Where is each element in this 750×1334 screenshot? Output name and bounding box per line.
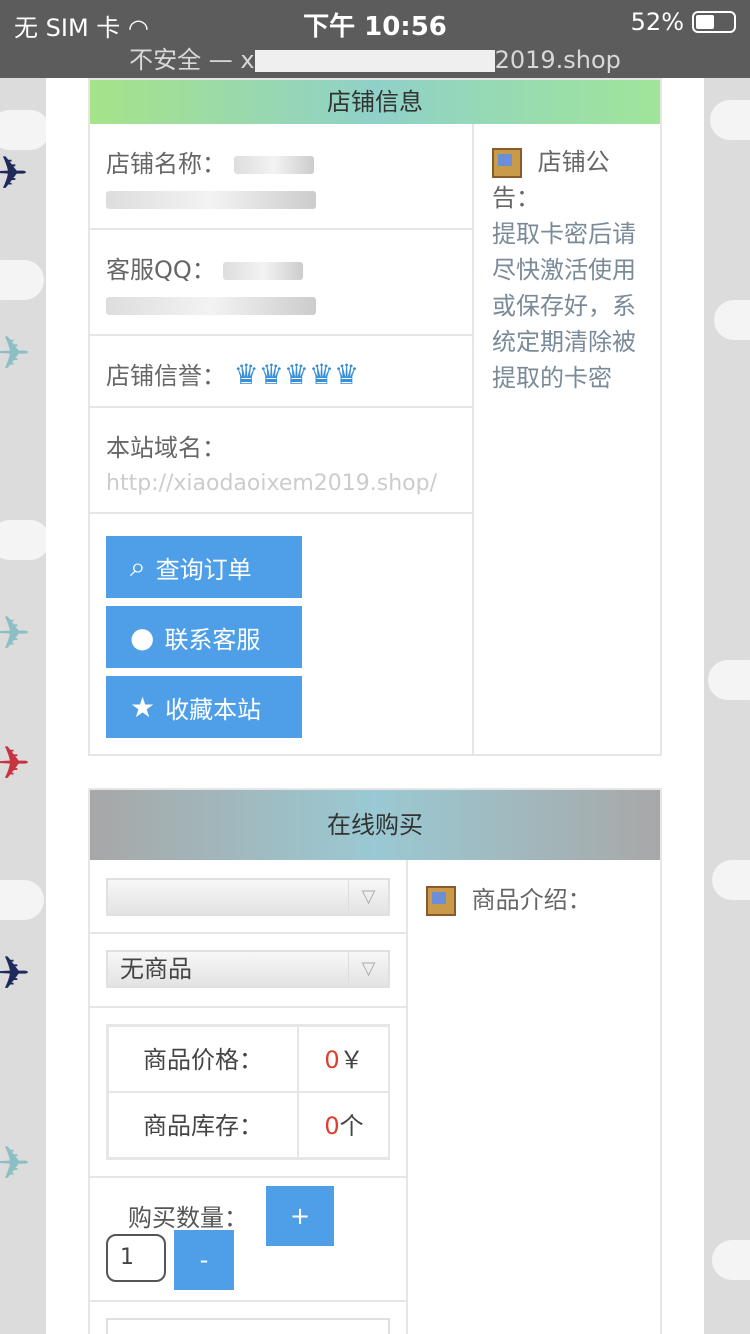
plane-icon: ✈: [0, 146, 29, 200]
shop-notice: 店铺公告： 提取卡密后请尽快激活使用或保存好，系统定期清除被提取的卡密: [476, 124, 660, 756]
domain-row: 本站域名： http://xiaodaoixem2019.shop/: [90, 408, 472, 514]
address-bar[interactable]: 不安全 — x 2019.shop: [0, 40, 750, 75]
notice-text: 提取卡密后请尽快激活使用或保存好，系统定期清除被提取的卡密: [492, 220, 636, 392]
plane-icon: ✈: [0, 1136, 31, 1190]
qq-icon: ●: [130, 620, 155, 654]
status-bar: 无 SIM 卡 ◠ 下午 10:56 52% 不安全 — x 2019.shop: [0, 0, 750, 78]
crown-icon: ♛♛♛♛♛: [233, 358, 360, 391]
price-value: 0￥: [298, 1026, 390, 1092]
search-icon: ⌕: [130, 550, 146, 583]
product-select[interactable]: 无商品 ▽: [106, 950, 390, 988]
redacted-text: [106, 297, 316, 315]
redacted-text: [233, 156, 314, 174]
product-intro: 商品介绍：: [410, 860, 660, 936]
shop-name-row: 店铺名称：: [90, 124, 472, 230]
reputation-row: 店铺信誉： ♛♛♛♛♛: [90, 336, 472, 408]
intro-icon: [426, 886, 456, 916]
plane-icon: ✈: [0, 946, 31, 1000]
service-qq-row: 客服QQ：: [90, 230, 472, 336]
quantity-plus-button[interactable]: +: [266, 1186, 334, 1246]
shop-info-title: 店铺信息: [90, 80, 660, 124]
battery-status: 52%: [631, 8, 736, 36]
query-order-button[interactable]: ⌕ 查询订单: [106, 536, 302, 598]
plane-icon: ✈: [0, 736, 31, 790]
url-prefix: 不安全 — x: [129, 46, 255, 74]
shop-info-panel: 店铺信息 店铺名称： 客服QQ： 店铺信誉： ♛♛♛♛♛ 本站域名： http:…: [88, 78, 662, 756]
chevron-down-icon: ▽: [348, 880, 388, 914]
online-buy-panel: 在线购买 ▽ 无商品 ▽ 商品价格： 0￥ 商品库存： 0个 购买数量： + 1…: [88, 788, 662, 1334]
background-pattern-right: [704, 0, 750, 1334]
url-redaction: [254, 50, 495, 72]
online-buy-title: 在线购买: [90, 790, 660, 860]
next-row: [90, 1302, 406, 1334]
price-label: 商品价格：: [108, 1026, 298, 1092]
battery-icon: [692, 11, 736, 33]
quantity-section: 购买数量： + 1 -: [90, 1178, 406, 1302]
url-suffix: 2019.shop: [494, 46, 621, 74]
redacted-text: [106, 191, 316, 209]
quantity-input[interactable]: 1: [106, 1234, 166, 1282]
action-buttons: ⌕ 查询订单 ● 联系客服 ★ 收藏本站: [90, 514, 472, 768]
contact-service-button[interactable]: ● 联系客服: [106, 606, 302, 668]
favorite-site-button[interactable]: ★ 收藏本站: [106, 676, 302, 738]
category-select[interactable]: ▽: [106, 878, 390, 916]
star-icon: ★: [130, 690, 156, 724]
price-stock-table: 商品价格： 0￥ 商品库存： 0个: [106, 1024, 390, 1160]
plane-icon: ✈: [0, 606, 31, 660]
quantity-minus-button[interactable]: -: [174, 1230, 234, 1290]
notice-icon: [492, 148, 522, 178]
domain-value: http://xiaodaoixem2019.shop/: [106, 471, 438, 496]
stock-value: 0个: [298, 1092, 390, 1158]
redacted-text: [223, 262, 304, 280]
chevron-down-icon: ▽: [348, 952, 388, 986]
plane-icon: ✈: [0, 326, 31, 380]
background-pattern-left: ✈ ✈ ✈ ✈ ✈ ✈: [0, 0, 46, 1334]
battery-percent: 52%: [630, 8, 684, 36]
quantity-label: 购买数量：: [128, 1204, 248, 1232]
stock-label: 商品库存：: [108, 1092, 298, 1158]
